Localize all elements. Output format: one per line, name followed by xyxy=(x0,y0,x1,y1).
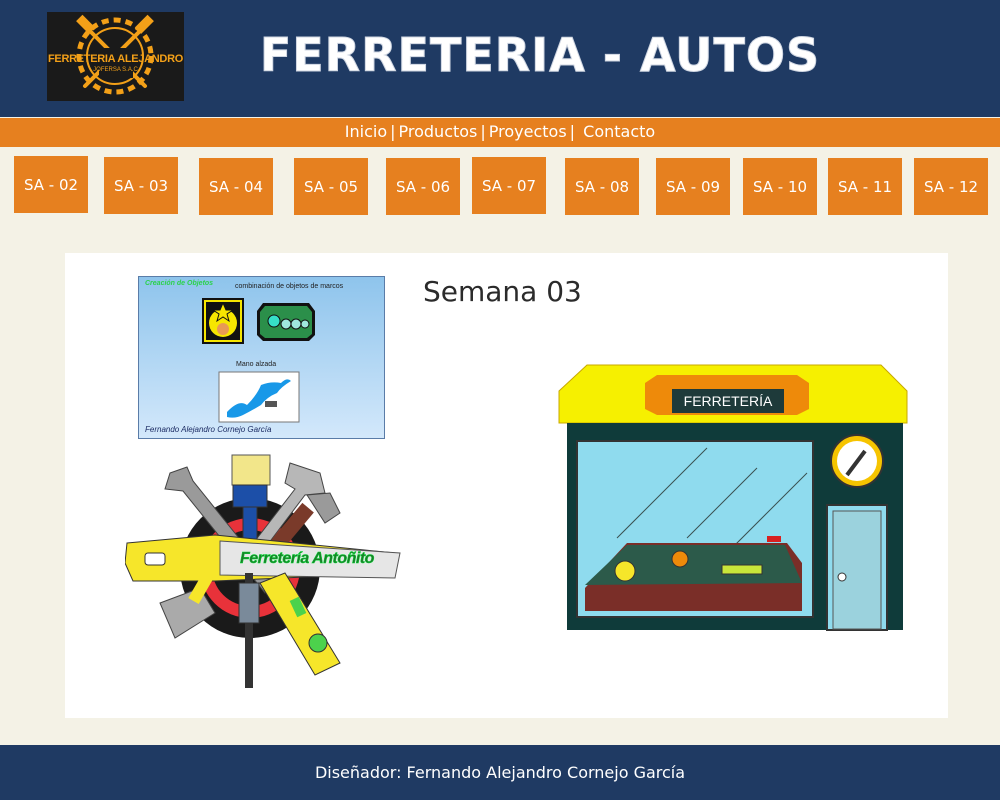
tools-illustration-image: Ferretería Antoñito xyxy=(124,453,405,693)
week-title: Semana 03 xyxy=(423,275,582,308)
store-illustration-image: FERRETERÍA xyxy=(557,363,909,633)
week-button-sa-04[interactable]: SA - 04 xyxy=(199,158,273,215)
objects-illustration xyxy=(202,298,315,423)
footer-credit: Diseñador: Fernando Alejandro Cornejo Ga… xyxy=(314,763,686,782)
week-button-sa-08[interactable]: SA - 08 xyxy=(565,158,639,215)
screenshot-caption-top: combinación de objetos de marcos xyxy=(235,283,344,290)
site-header: FERRETERIA ALEJANDRO JOFERSA S.A.C FERRE… xyxy=(0,0,1000,117)
nav-link-contacto[interactable]: Contacto xyxy=(583,122,655,141)
nav-separator: | xyxy=(390,122,396,141)
content-panel: Semana 03 Creación de Objetos combinació… xyxy=(65,253,948,718)
tools-label: Ferretería Antoñito xyxy=(240,550,375,568)
week-button-sa-12[interactable]: SA - 12 xyxy=(914,158,988,215)
nav-separator: | xyxy=(480,122,486,141)
site-footer: Diseñador: Fernando Alejandro Cornejo Ga… xyxy=(0,745,1000,800)
logo-name: FERRETERIA ALEJANDRO xyxy=(48,53,183,65)
week-button-sa-09[interactable]: SA - 09 xyxy=(656,158,730,215)
week-button-sa-05[interactable]: SA - 05 xyxy=(294,158,368,215)
week-button-sa-10[interactable]: SA - 10 xyxy=(743,158,817,215)
screenshot-caption-mid: Mano alzada xyxy=(236,361,277,368)
week-button-sa-07[interactable]: SA - 07 xyxy=(472,157,546,214)
screenshot-heading: Creación de Objetos xyxy=(145,280,214,287)
store-sign: FERRETERÍA xyxy=(672,389,784,413)
week-button-sa-02[interactable]: SA - 02 xyxy=(14,156,88,213)
main-nav: Inicio | Productos | Proyectos | Contacto xyxy=(0,118,1000,147)
site-title: FERRETERIA - AUTOS xyxy=(259,28,821,83)
tools-icon xyxy=(124,454,401,688)
week-button-sa-06[interactable]: SA - 06 xyxy=(386,158,460,215)
nav-separator: | xyxy=(569,122,576,141)
nav-link-inicio[interactable]: Inicio xyxy=(345,122,387,141)
objects-screenshot-image: Creación de Objetos combinación de objet… xyxy=(138,276,385,439)
nav-link-proyectos[interactable]: Proyectos xyxy=(489,122,567,141)
week-button-sa-03[interactable]: SA - 03 xyxy=(104,157,178,214)
screenshot-author: Fernando Alejandro Cornejo García xyxy=(145,425,272,434)
nav-link-productos[interactable]: Productos xyxy=(399,122,478,141)
logo-subtitle: JOFERSA S.A.C xyxy=(93,67,138,73)
week-button-sa-11[interactable]: SA - 11 xyxy=(828,158,902,215)
site-logo[interactable]: FERRETERIA ALEJANDRO JOFERSA S.A.C xyxy=(47,12,184,101)
